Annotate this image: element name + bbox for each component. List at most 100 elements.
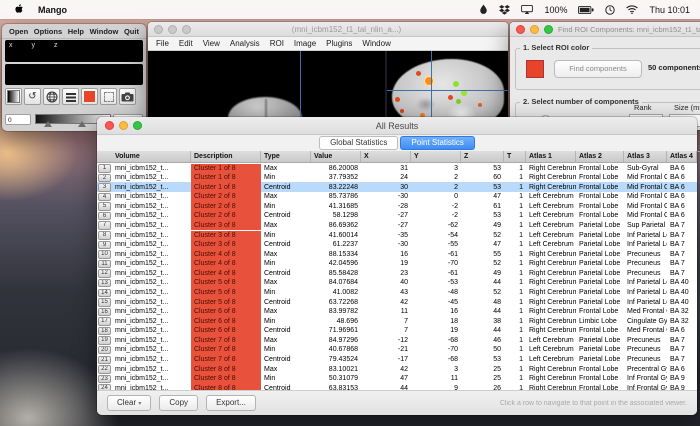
viewer-menu-item[interactable]: Edit — [179, 39, 193, 48]
row-number-button[interactable]: 1 — [98, 164, 111, 173]
table-row[interactable]: 19 mni_icbm152_t... Cluster 7 of 8 Max 8… — [97, 335, 697, 345]
rotate-icon[interactable]: ↺ — [24, 88, 41, 105]
table-row[interactable]: 9 mni_icbm152_t... Cluster 3 of 8 Centro… — [97, 240, 697, 250]
dropbox-icon[interactable] — [499, 5, 510, 15]
column-header[interactable]: X — [361, 151, 411, 162]
row-number-button[interactable]: 22 — [98, 365, 111, 374]
clear-button[interactable]: Clear ▾ — [107, 395, 151, 411]
active-app-name[interactable]: Mango — [38, 5, 67, 15]
selection-icon[interactable] — [100, 88, 117, 105]
tab-point-statistics[interactable]: Point Statistics — [400, 136, 474, 150]
table-row[interactable]: 17 mni_icbm152_t... Cluster 6 of 8 Min 4… — [97, 316, 697, 326]
table-row[interactable]: 21 mni_icbm152_t... Cluster 7 of 8 Centr… — [97, 355, 697, 365]
column-header[interactable]: Description — [191, 151, 261, 162]
table-row[interactable]: 7 mni_icbm152_t... Cluster 3 of 8 Max 86… — [97, 220, 697, 230]
grayscale-gradient-icon[interactable] — [5, 88, 22, 105]
zoom-icon[interactable] — [182, 25, 191, 34]
roi-color-swatch[interactable] — [526, 60, 544, 78]
column-header[interactable]: Y — [411, 151, 461, 162]
range-handle-high[interactable] — [78, 121, 86, 127]
row-number-button[interactable]: 12 — [98, 269, 111, 278]
minimize-icon[interactable] — [530, 25, 539, 34]
camera-icon[interactable] — [119, 88, 136, 105]
column-header[interactable]: Volume — [112, 151, 191, 162]
table-row[interactable]: 4 mni_icbm152_t... Cluster 2 of 8 Max 85… — [97, 192, 697, 202]
row-number-button[interactable]: 8 — [98, 231, 111, 240]
find-components-button[interactable]: Find components — [554, 60, 642, 78]
row-number-button[interactable]: 20 — [98, 346, 111, 355]
table-row[interactable]: 14 mni_icbm152_t... Cluster 5 of 8 Min 4… — [97, 288, 697, 298]
viewer-menu-item[interactable]: Analysis — [230, 39, 260, 48]
table-row[interactable]: 20 mni_icbm152_t... Cluster 7 of 8 Min 4… — [97, 345, 697, 355]
mango-menu-item[interactable]: Open — [9, 27, 28, 36]
table-row[interactable]: 18 mni_icbm152_t... Cluster 6 of 8 Centr… — [97, 326, 697, 336]
row-number-button[interactable]: 19 — [98, 336, 111, 345]
viewer-menu-item[interactable]: File — [156, 39, 169, 48]
row-number-button[interactable]: 16 — [98, 308, 111, 317]
column-header[interactable]: Atlas 1 — [526, 151, 576, 162]
row-number-button[interactable]: 7 — [98, 221, 111, 230]
table-row[interactable]: 8 mni_icbm152_t... Cluster 3 of 8 Min 41… — [97, 230, 697, 240]
row-number-button[interactable]: 13 — [98, 279, 111, 288]
mango-menu-item[interactable]: Window — [90, 27, 119, 36]
row-number-button[interactable]: 18 — [98, 327, 111, 336]
row-number-button[interactable]: 6 — [98, 212, 111, 221]
export-button[interactable]: Export... — [206, 395, 256, 411]
minimize-icon[interactable] — [119, 121, 128, 130]
viewer-menu-item[interactable]: Plugins — [326, 39, 352, 48]
tab-global-statistics[interactable]: Global Statistics — [319, 136, 398, 150]
row-number-button[interactable]: 10 — [98, 250, 111, 259]
range-handle-low[interactable] — [44, 121, 52, 127]
column-header[interactable]: Value — [311, 151, 361, 162]
layers-icon[interactable] — [62, 88, 79, 105]
column-header[interactable]: Atlas 3 — [624, 151, 667, 162]
row-number-button[interactable]: 9 — [98, 241, 111, 250]
mango-menu-item[interactable]: Help — [68, 27, 84, 36]
menu-bar-clock[interactable]: Thu 10:01 — [649, 5, 690, 15]
table-row[interactable]: 23 mni_icbm152_t... Cluster 8 of 8 Min 5… — [97, 374, 697, 384]
range-min-field[interactable]: 0 — [5, 114, 31, 125]
viewer-menu-item[interactable]: ROI — [270, 39, 284, 48]
drop-icon[interactable] — [479, 4, 488, 15]
viewer-menu-item[interactable]: View — [203, 39, 220, 48]
viewer-canvas[interactable] — [148, 51, 508, 123]
table-row[interactable]: 1 mni_icbm152_t... Cluster 1 of 8 Max 86… — [97, 163, 697, 173]
mango-menu-item[interactable]: Options — [34, 27, 62, 36]
viewer-menu-item[interactable]: Window — [362, 39, 390, 48]
column-header[interactable]: Atlas 2 — [576, 151, 624, 162]
table-row[interactable]: 16 mni_icbm152_t... Cluster 6 of 8 Max 8… — [97, 307, 697, 317]
close-icon[interactable] — [516, 25, 525, 34]
column-header[interactable]: T — [504, 151, 526, 162]
column-header[interactable]: Z — [461, 151, 504, 162]
table-row[interactable]: 12 mni_icbm152_t... Cluster 4 of 8 Centr… — [97, 268, 697, 278]
row-number-button[interactable]: 15 — [98, 298, 111, 307]
table-row[interactable]: 13 mni_icbm152_t... Cluster 5 of 8 Max 8… — [97, 278, 697, 288]
roi-color-swatch[interactable] — [81, 88, 98, 105]
zoom-icon[interactable] — [133, 121, 142, 130]
airplay-icon[interactable] — [521, 5, 533, 14]
row-number-button[interactable]: 2 — [98, 174, 111, 183]
globe-icon[interactable] — [43, 88, 60, 105]
table-row[interactable]: 24 mni_icbm152_t... Cluster 8 of 8 Centr… — [97, 383, 697, 390]
table-row[interactable]: 6 mni_icbm152_t... Cluster 2 of 8 Centro… — [97, 211, 697, 221]
table-row[interactable]: 5 mni_icbm152_t... Cluster 2 of 8 Min 41… — [97, 201, 697, 211]
column-header[interactable]: Type — [261, 151, 311, 162]
table-row[interactable]: 15 mni_icbm152_t... Cluster 5 of 8 Centr… — [97, 297, 697, 307]
close-icon[interactable] — [105, 121, 114, 130]
row-number-button[interactable]: 14 — [98, 289, 111, 298]
minimize-icon[interactable] — [168, 25, 177, 34]
row-number-button[interactable]: 17 — [98, 317, 111, 326]
column-header[interactable]: Atlas 4 — [667, 151, 697, 162]
row-number-button[interactable]: 21 — [98, 356, 111, 365]
table-row[interactable]: 2 mni_icbm152_t... Cluster 1 of 8 Min 37… — [97, 173, 697, 183]
row-number-button[interactable]: 5 — [98, 202, 111, 211]
zoom-icon[interactable] — [544, 25, 553, 34]
battery-icon[interactable] — [578, 6, 594, 14]
table-row[interactable]: 3 mni_icbm152_t... Cluster 1 of 8 Centro… — [97, 182, 697, 192]
close-icon[interactable] — [154, 25, 163, 34]
apple-menu-icon[interactable] — [14, 3, 24, 17]
viewer-menu-item[interactable]: Image — [294, 39, 316, 48]
row-number-button[interactable]: 4 — [98, 193, 111, 202]
clock-icon[interactable] — [605, 5, 615, 15]
table-row[interactable]: 11 mni_icbm152_t... Cluster 4 of 8 Min 4… — [97, 259, 697, 269]
